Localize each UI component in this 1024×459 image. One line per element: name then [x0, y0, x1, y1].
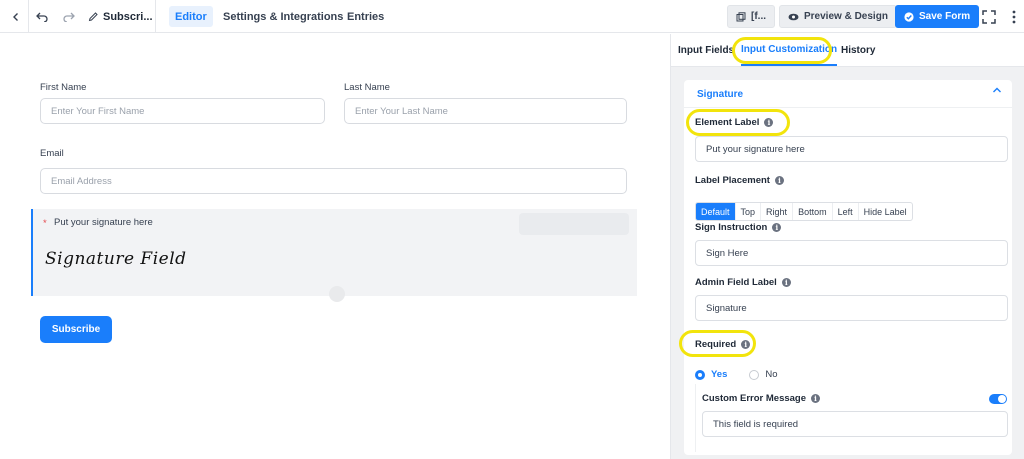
custom-error-text: Custom Error Message — [702, 393, 807, 404]
required-yes-radio[interactable] — [695, 369, 705, 380]
element-label-input[interactable]: Put your signature here — [695, 136, 1008, 162]
sign-instruction-heading: Sign Instruction i — [695, 222, 782, 233]
save-form-button[interactable]: Save Form — [895, 5, 980, 28]
last-name-input[interactable]: Enter Your Last Name — [344, 98, 627, 124]
tab-editor[interactable]: Editor — [169, 6, 213, 27]
admin-field-label-heading: Admin Field Label i — [695, 277, 791, 288]
placement-option-default[interactable]: Default — [696, 203, 736, 220]
signature-settings-card: Signature Element Label i Put your signa… — [684, 80, 1012, 455]
tab-input-fields[interactable]: Input Fields — [678, 34, 734, 66]
section-title: Signature — [697, 89, 744, 100]
required-heading: Required i — [695, 339, 751, 350]
placement-option-bottom[interactable]: Bottom — [793, 203, 833, 220]
label-placement-segmented: Default Top Right Bottom Left Hide Label — [695, 202, 913, 221]
first-name-label: First Name — [40, 82, 87, 93]
undo-icon[interactable] — [33, 0, 51, 33]
tab-settings-integrations[interactable]: Settings & Integrations — [217, 6, 349, 27]
settings-panel: Input Fields Input Customization History… — [670, 34, 1024, 459]
info-icon[interactable]: i — [764, 118, 774, 127]
admin-field-label-input[interactable]: Signature — [695, 295, 1008, 321]
email-input[interactable]: Email Address — [40, 168, 627, 194]
required-yes-label[interactable]: Yes — [711, 369, 727, 380]
label-placement-text: Label Placement — [695, 175, 770, 186]
drag-handle[interactable] — [329, 286, 345, 302]
signature-label: Put your signature here — [54, 217, 153, 228]
preview-design-label: Preview & Design — [804, 11, 888, 22]
placement-option-hide-label[interactable]: Hide Label — [859, 203, 912, 220]
card-header[interactable]: Signature — [684, 80, 1012, 108]
tab-entries[interactable]: Entries — [341, 6, 390, 27]
info-icon[interactable]: i — [781, 278, 791, 287]
sign-instruction-input[interactable]: Sign Here — [695, 240, 1008, 266]
eye-icon — [788, 13, 799, 20]
form-canvas: First Name Enter Your First Name Last Na… — [0, 34, 670, 459]
element-label-heading: Element Label i — [695, 117, 774, 128]
tab-input-customization[interactable]: Input Customization — [741, 34, 838, 66]
field-actions-placeholder — [519, 213, 629, 235]
required-text: Required — [695, 339, 737, 350]
panel-tabs: Input Fields Input Customization History — [671, 34, 1024, 67]
info-icon[interactable]: i — [741, 340, 751, 349]
first-name-input[interactable]: Enter Your First Name — [40, 98, 325, 124]
custom-error-heading: Custom Error Message i — [702, 393, 821, 404]
signature-field-preview: Signature Field — [45, 249, 187, 269]
subscribe-button[interactable]: Subscribe — [40, 316, 112, 343]
element-label-text: Element Label — [695, 117, 760, 128]
placement-option-left[interactable]: Left — [833, 203, 859, 220]
info-icon[interactable]: i — [774, 176, 784, 185]
admin-field-label-text: Admin Field Label — [695, 277, 777, 288]
shortcode-button[interactable]: [f... — [727, 5, 775, 28]
form-title-text: Subscri... — [103, 10, 153, 23]
label-placement-heading: Label Placement i — [695, 175, 784, 186]
signature-field-block[interactable]: * Put your signature here Signature Fiel… — [31, 209, 637, 302]
required-radio-group: Yes No — [695, 369, 778, 380]
info-icon[interactable]: i — [772, 223, 782, 232]
form-title[interactable]: Subscri... — [88, 0, 153, 33]
custom-error-toggle[interactable] — [989, 394, 1007, 404]
tab-history[interactable]: History — [841, 34, 875, 66]
placement-option-top[interactable]: Top — [736, 203, 762, 220]
email-label: Email — [40, 148, 64, 159]
info-icon[interactable]: i — [811, 394, 821, 403]
divider — [155, 0, 156, 33]
copy-icon — [736, 11, 746, 21]
required-no-radio[interactable] — [749, 369, 760, 380]
back-chevron-icon[interactable] — [6, 0, 26, 33]
edit-pencil-icon — [88, 12, 98, 22]
custom-error-input[interactable]: This field is required — [702, 411, 1008, 437]
top-bar: Subscri... Editor Settings & Integration… — [0, 0, 1024, 33]
preview-design-button[interactable]: Preview & Design — [779, 5, 897, 28]
divider — [28, 0, 29, 33]
redo-icon[interactable] — [60, 0, 78, 33]
required-no-label[interactable]: No — [765, 369, 777, 380]
sign-instruction-text: Sign Instruction — [695, 222, 768, 233]
required-asterisk: * — [43, 218, 47, 229]
collapse-chevron-icon[interactable] — [992, 86, 1002, 97]
last-name-label: Last Name — [344, 82, 390, 93]
more-vertical-icon[interactable] — [1009, 0, 1019, 33]
check-circle-icon — [904, 11, 914, 22]
save-form-label: Save Form — [919, 11, 971, 22]
fullscreen-icon[interactable] — [979, 0, 999, 33]
placement-option-right[interactable]: Right — [761, 203, 794, 220]
shortcode-text: [f... — [751, 11, 766, 22]
